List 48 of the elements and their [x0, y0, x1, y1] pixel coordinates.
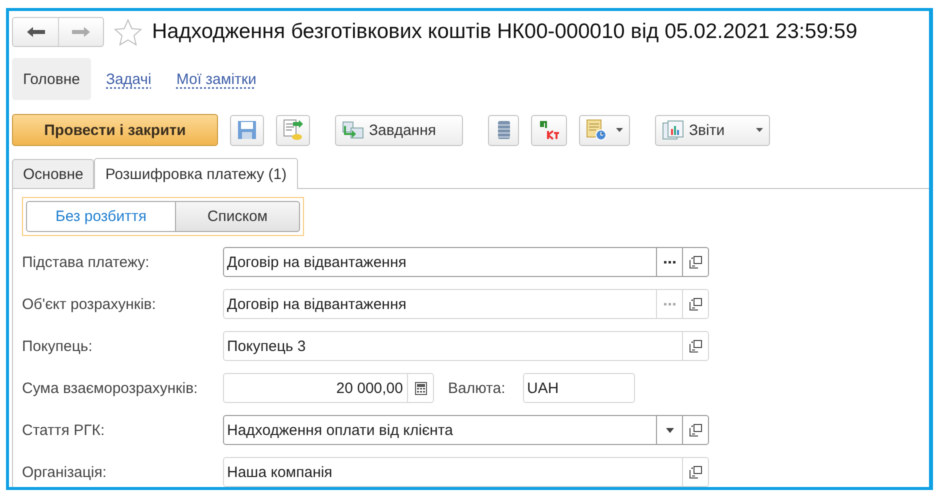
open-window-icon — [689, 256, 702, 268]
mode-option[interactable]: Без розбиття — [26, 201, 176, 232]
section-link[interactable]: Задачі — [95, 58, 162, 100]
document-arrow-icon — [283, 119, 303, 141]
open-window-icon — [689, 466, 702, 478]
field-label: Організація: — [22, 464, 108, 480]
section-link[interactable]: Головне — [12, 58, 91, 100]
forward-arrow-icon — [71, 26, 91, 38]
open-window-icon — [689, 340, 702, 352]
input-field[interactable]: UAH — [523, 373, 635, 403]
open-window-icon — [689, 298, 702, 310]
debit-credit-icon — [538, 119, 560, 141]
field-label: Об'єкт розрахунків: — [22, 296, 157, 312]
field-label: Сума взаєморозрахунків: — [22, 380, 199, 396]
open-window-icon — [689, 424, 702, 436]
ellipsis-icon — [664, 260, 676, 264]
tab[interactable]: Розшифровка платежу (1) — [94, 158, 298, 189]
document-clock-icon — [586, 119, 608, 141]
input-field[interactable]: Надходження оплати від клієнта — [223, 415, 709, 445]
back-arrow-icon — [26, 26, 46, 38]
post-and-close-button[interactable]: Провести і закрити — [12, 114, 218, 146]
input-field[interactable]: 20 000,00 — [223, 373, 434, 403]
caret-icon — [666, 428, 674, 432]
chart-report-icon — [662, 120, 684, 140]
field-label: Покупець: — [22, 338, 94, 354]
ellipsis-icon — [664, 302, 676, 306]
input-field[interactable]: Наша компанія — [223, 457, 709, 487]
calculator-icon — [414, 382, 426, 394]
field-label: Валюта: — [448, 380, 506, 396]
list-button[interactable] — [488, 114, 519, 146]
star-icon[interactable] — [114, 18, 142, 46]
tab[interactable]: Основне — [12, 159, 94, 188]
input-field[interactable]: Договір на відвантаження — [223, 247, 709, 277]
field-label: Підстава платежу: — [22, 254, 150, 270]
mode-option[interactable]: Списком — [176, 201, 300, 232]
reports-button[interactable]: Звіти — [655, 114, 770, 146]
tasks-button[interactable]: Завдання — [335, 114, 463, 146]
section-link[interactable]: Мої замітки — [165, 58, 268, 100]
tasks-icon — [342, 121, 364, 139]
list-icon — [496, 120, 510, 140]
window-title: Надходження безготівкових коштів НК00-000010 від 05.02.2021 23:59:59 — [152, 20, 858, 44]
field-label: Стаття РГК: — [22, 422, 106, 438]
debit-credit-button[interactable] — [531, 114, 567, 146]
schedule-button[interactable] — [579, 114, 630, 146]
save-button[interactable] — [230, 114, 264, 146]
post-button[interactable] — [276, 114, 310, 146]
input-field[interactable]: Договір на відвантаження — [223, 289, 709, 319]
input-field[interactable]: Покупець 3 — [223, 331, 709, 361]
